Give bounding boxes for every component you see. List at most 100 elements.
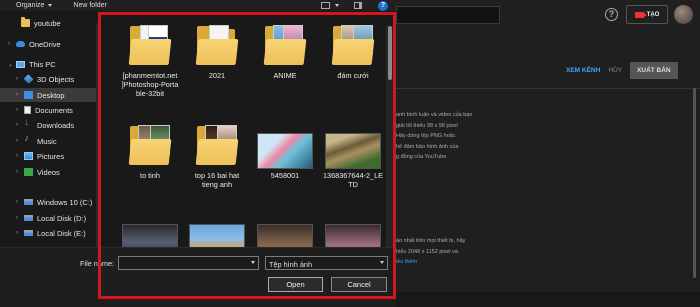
avatar[interactable] bbox=[674, 5, 693, 24]
file-name: 2021 bbox=[208, 71, 226, 80]
folder-icon bbox=[193, 123, 241, 169]
youtube-cancel-button[interactable]: HỦY bbox=[608, 67, 622, 74]
navigation-pane: youtube › OneDrive ⌄ This PC › 3D Object… bbox=[0, 11, 99, 253]
folder-icon bbox=[329, 23, 377, 69]
help-icon[interactable]: ? bbox=[378, 1, 388, 11]
file-name-input[interactable] bbox=[118, 256, 259, 270]
chevron-right-icon[interactable]: › bbox=[16, 107, 21, 113]
chevron-right-icon[interactable]: › bbox=[16, 76, 21, 82]
drive-icon bbox=[24, 215, 33, 221]
image-thumbnail bbox=[325, 123, 381, 169]
nav-item-onedrive[interactable]: › OneDrive bbox=[8, 37, 61, 51]
cancel-button[interactable]: Cancel bbox=[331, 277, 387, 292]
youtube-topbar: ? TẠO bbox=[396, 0, 700, 30]
nav-item-downloads[interactable]: › Downloads bbox=[16, 117, 74, 132]
folder-icon bbox=[193, 23, 241, 69]
chevron-right-icon[interactable]: › bbox=[16, 153, 21, 159]
drive-icon bbox=[24, 199, 33, 205]
file-name: to tinh bbox=[140, 171, 160, 180]
open-button[interactable]: Open bbox=[268, 277, 323, 292]
chevron-right-icon[interactable]: › bbox=[16, 122, 21, 128]
info-line: Hãy dùng tệp PNG hoặc bbox=[396, 133, 456, 139]
file-name: 5458001 bbox=[270, 171, 300, 180]
file-item[interactable] bbox=[182, 216, 252, 247]
image-thumbnail bbox=[189, 216, 245, 247]
nav-item-drive-d[interactable]: › Local Disk (D:) bbox=[16, 211, 86, 225]
youtube-search-input[interactable] bbox=[396, 6, 500, 24]
chevron-down-icon[interactable]: ⌄ bbox=[8, 61, 13, 68]
nav-item-drive-c[interactable]: › Windows 10 (C:) bbox=[16, 195, 92, 209]
nav-item-pictures[interactable]: › Pictures bbox=[16, 149, 64, 163]
file-item[interactable]: to tinh bbox=[115, 123, 185, 180]
file-item[interactable]: 2021 bbox=[182, 23, 252, 80]
folder-icon bbox=[126, 23, 174, 69]
create-label: TẠO bbox=[646, 11, 660, 18]
file-name: 1368367644-2_LE TD bbox=[322, 171, 384, 189]
nav-item-this-pc[interactable]: ⌄ This PC bbox=[8, 57, 56, 71]
divider bbox=[396, 88, 700, 89]
info-line: hể đảm bảo hình ảnh của bbox=[396, 143, 459, 150]
youtube-scrollbar[interactable] bbox=[693, 88, 696, 278]
file-item[interactable] bbox=[115, 216, 185, 247]
dialog-toolbar: Organize New folder ? bbox=[0, 0, 396, 11]
chevron-right-icon[interactable]: › bbox=[16, 92, 21, 98]
music-icon bbox=[24, 133, 33, 145]
desktop-icon bbox=[24, 91, 33, 99]
pictures-icon bbox=[24, 152, 33, 160]
info-line: anh bình luận và video của bạn bbox=[396, 112, 473, 118]
file-name: top 16 bai hat tieng anh bbox=[194, 171, 240, 189]
youtube-create-button[interactable]: TẠO bbox=[626, 5, 668, 24]
info-line: hiểu 2048 x 1152 pixel và bbox=[396, 248, 458, 255]
view-options-chevron-icon[interactable] bbox=[335, 4, 339, 7]
nav-item-3d-objects[interactable]: › 3D Objects bbox=[16, 72, 74, 86]
view-channel-button[interactable]: XEM KÊNH bbox=[566, 67, 600, 74]
youtube-help-icon[interactable]: ? bbox=[605, 8, 618, 21]
chevron-right-icon[interactable]: › bbox=[16, 199, 21, 205]
file-type-select[interactable]: Tệp hình ảnh bbox=[265, 256, 388, 270]
profile-picture-description: anh bình luận và video của bạn giải tối … bbox=[396, 110, 516, 163]
organize-button[interactable]: Organize bbox=[16, 2, 53, 9]
change-view-icon[interactable] bbox=[321, 2, 330, 9]
file-open-dialog: Organize New folder ? youtube › OneDrive… bbox=[0, 0, 396, 307]
file-item[interactable]: 1368367644-2_LE TD bbox=[318, 123, 388, 189]
chevron-right-icon[interactable]: › bbox=[16, 215, 21, 221]
nav-item-documents[interactable]: › Documents bbox=[16, 103, 73, 117]
file-name-label: File name: bbox=[80, 259, 115, 268]
scrollbar-thumb[interactable] bbox=[388, 26, 392, 80]
file-item[interactable] bbox=[318, 216, 388, 247]
file-item[interactable]: top 16 bai hat tieng anh bbox=[182, 123, 252, 189]
nav-item-label: Windows 10 (C:) bbox=[37, 197, 93, 207]
nav-item-label: 3D Objects bbox=[37, 74, 75, 84]
nav-item-youtube[interactable]: youtube bbox=[21, 16, 61, 30]
chevron-down-icon[interactable] bbox=[251, 261, 255, 264]
nav-item-videos[interactable]: › Videos bbox=[16, 165, 60, 179]
nav-item-label: Documents bbox=[35, 105, 73, 115]
chevron-right-icon[interactable]: › bbox=[16, 169, 21, 175]
file-item[interactable]: 5458001 bbox=[250, 123, 320, 180]
file-list: [phanmemtot.net ]Photoshop-Porta ble-32b… bbox=[99, 11, 393, 247]
folder-icon bbox=[126, 123, 174, 169]
image-thumbnail bbox=[257, 123, 313, 169]
folder-icon bbox=[261, 23, 309, 69]
chevron-right-icon[interactable]: › bbox=[16, 230, 21, 236]
youtube-bottom-bar bbox=[396, 292, 700, 307]
preview-pane-icon[interactable] bbox=[354, 2, 362, 9]
nav-item-music[interactable]: › Music bbox=[16, 133, 57, 148]
file-item[interactable]: [phanmemtot.net ]Photoshop-Porta ble-32b… bbox=[115, 23, 185, 98]
file-name: đám cưới bbox=[337, 71, 369, 80]
file-item[interactable]: đám cưới bbox=[318, 23, 388, 80]
nav-item-label: Desktop bbox=[37, 90, 65, 100]
chevron-right-icon[interactable]: › bbox=[8, 41, 13, 47]
video-camera-icon bbox=[634, 11, 647, 18]
nav-item-desktop[interactable]: › Desktop bbox=[0, 88, 99, 102]
publish-button[interactable]: XUẤT BẢN bbox=[630, 62, 678, 79]
file-list-scrollbar[interactable] bbox=[386, 26, 394, 247]
chevron-right-icon[interactable]: › bbox=[16, 138, 21, 144]
file-item[interactable] bbox=[250, 216, 320, 247]
youtube-customization-panel: XEM KÊNH HỦY XUẤT BẢN anh bình luận và v… bbox=[396, 30, 700, 307]
cloud-icon bbox=[16, 41, 25, 47]
nav-item-drive-e[interactable]: › Local Disk (E:) bbox=[16, 226, 86, 240]
file-item[interactable]: ANIME bbox=[250, 23, 320, 80]
new-folder-button[interactable]: New folder bbox=[73, 2, 106, 9]
learn-more-link[interactable]: iều thêm bbox=[396, 259, 417, 265]
